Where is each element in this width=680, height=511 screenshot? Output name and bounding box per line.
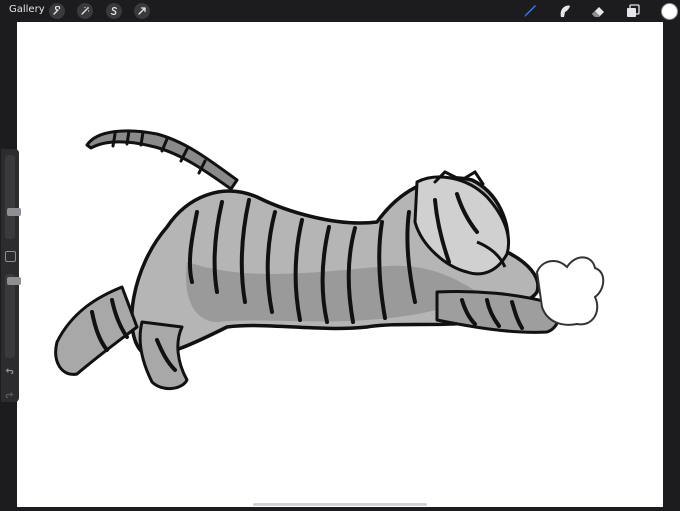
redo-arrow-icon[interactable]	[4, 385, 16, 399]
color-picker-button[interactable]	[661, 3, 678, 20]
brush-icon[interactable]	[520, 2, 540, 20]
tiger-sketch-artwork	[54, 129, 605, 390]
layers-icon[interactable]	[623, 2, 643, 20]
opacity-slider[interactable]	[5, 274, 21, 358]
eraser-icon[interactable]	[588, 2, 608, 20]
smudge-icon[interactable]	[554, 2, 574, 20]
home-indicator	[253, 503, 427, 506]
drawing-canvas[interactable]	[17, 22, 663, 507]
adjustments-magic-wand-icon[interactable]	[77, 3, 93, 19]
top-toolbar: Gallery	[0, 0, 680, 22]
sidebar-panel	[1, 149, 21, 402]
gallery-button[interactable]: Gallery	[9, 4, 45, 15]
modify-square-icon[interactable]	[5, 251, 16, 262]
brush-size-thumb[interactable]	[7, 208, 21, 216]
brush-size-slider[interactable]	[5, 155, 21, 239]
undo-arrow-icon[interactable]	[4, 366, 16, 378]
actions-wrench-icon[interactable]	[49, 3, 65, 19]
selection-s-icon[interactable]	[106, 3, 122, 19]
opacity-thumb[interactable]	[7, 277, 21, 285]
transform-arrow-icon[interactable]	[134, 3, 150, 19]
